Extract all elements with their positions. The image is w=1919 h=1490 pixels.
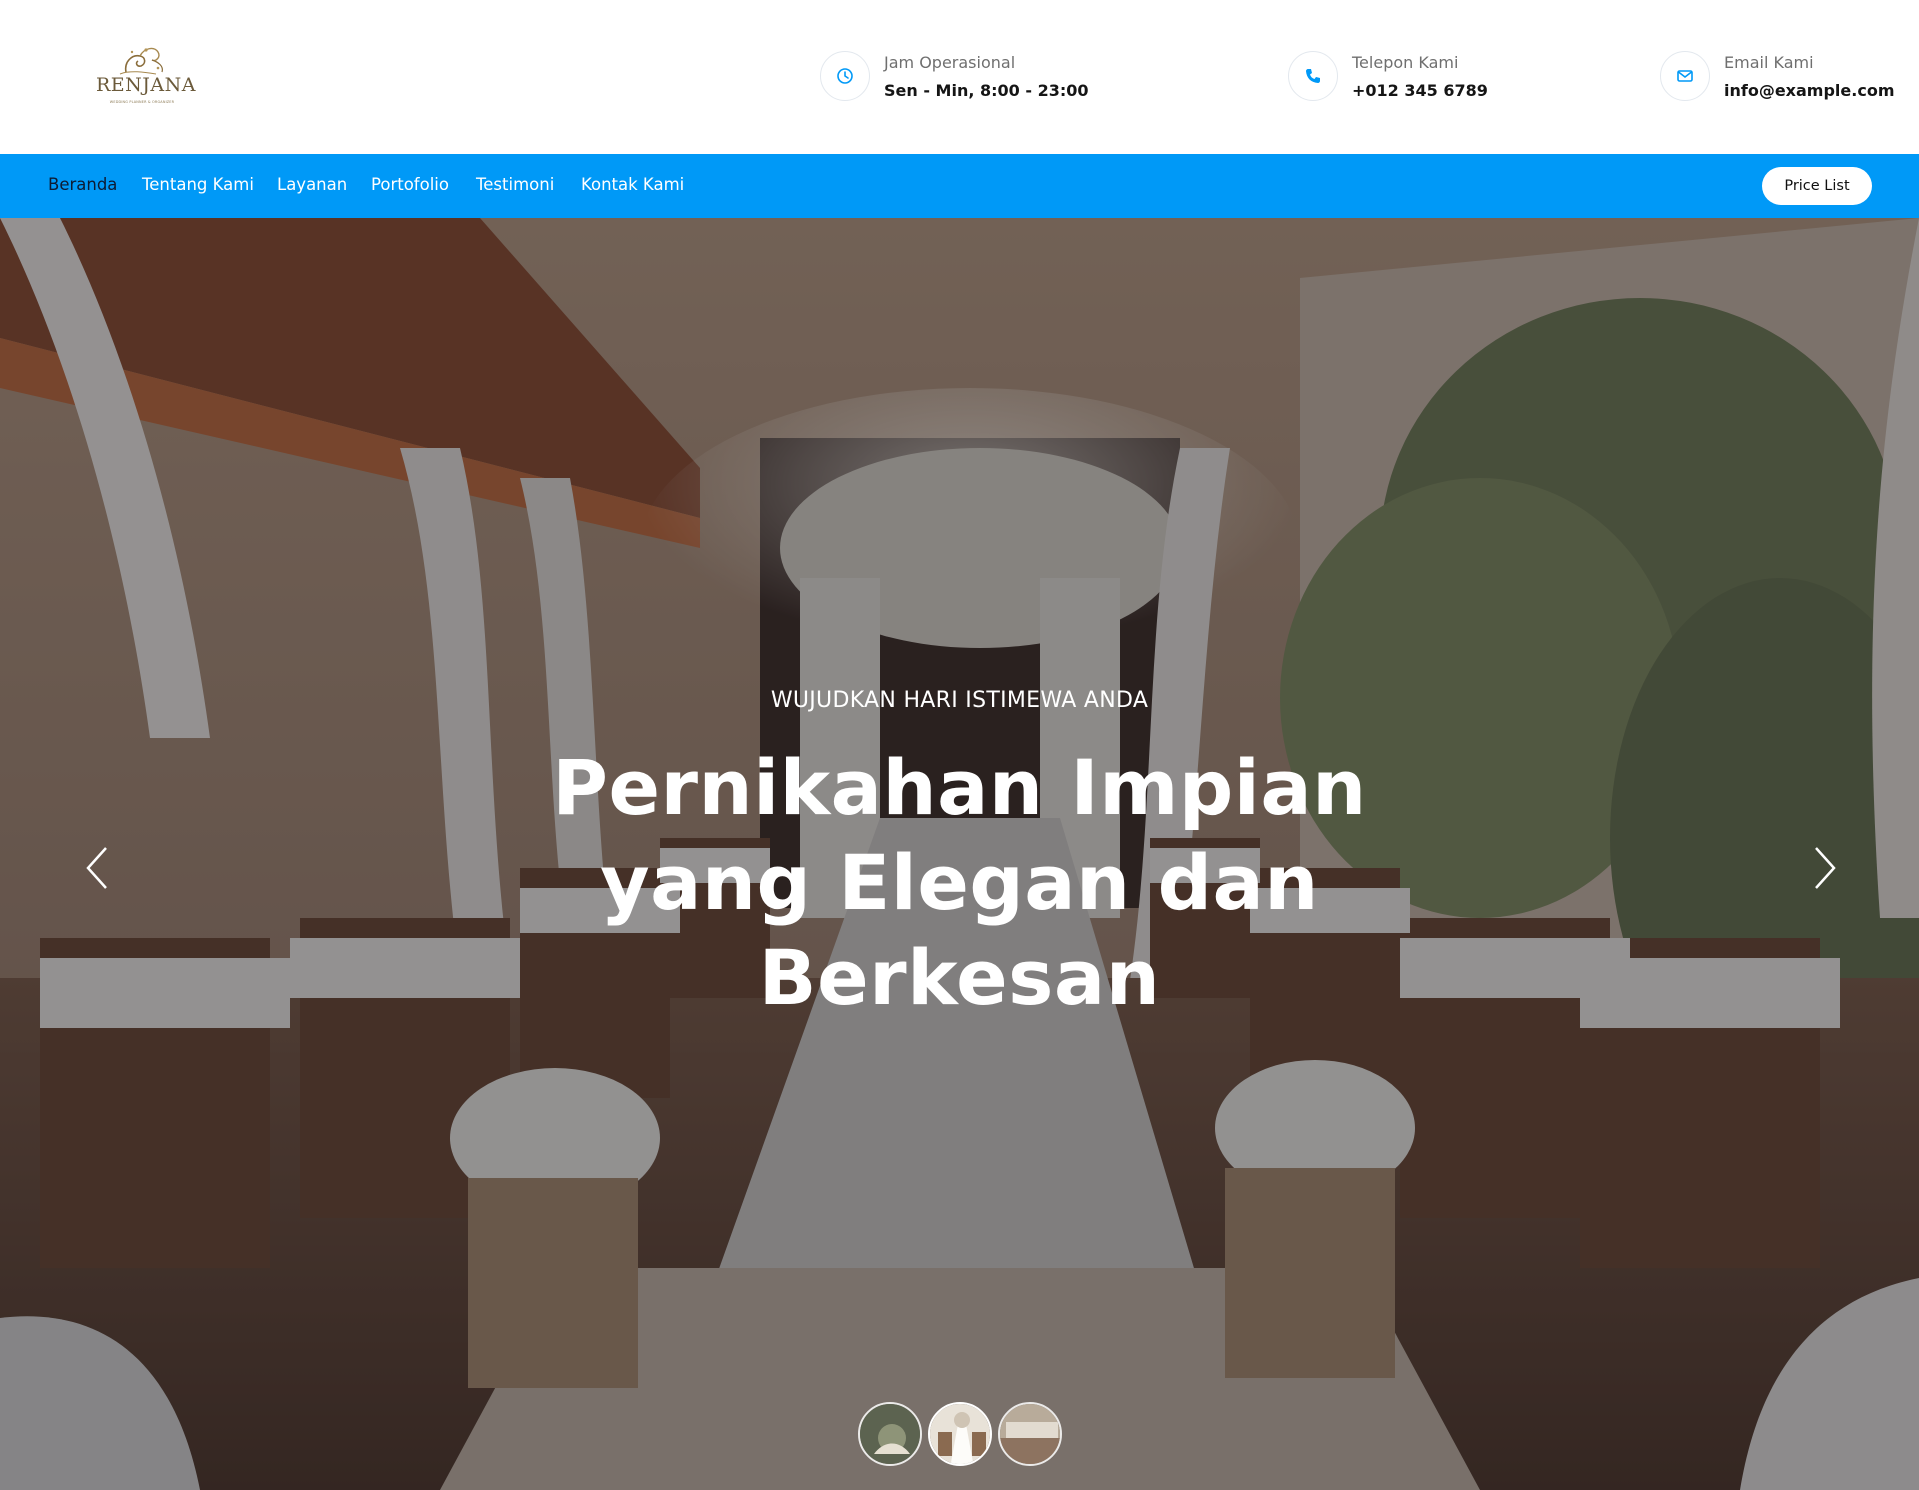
hero-title-line: Berkesan [758, 933, 1161, 1022]
nav-item-tentang-kami[interactable]: Tentang Kami [142, 175, 254, 194]
hero-subtitle: WUJUDKAN HARI ISTIMEWA ANDA [770, 688, 1149, 713]
email-value[interactable]: info@example.com [1724, 81, 1894, 100]
nav-item-kontak-kami[interactable]: Kontak Kami [581, 175, 684, 194]
hours-label: Jam Operasional [884, 53, 1016, 72]
carousel-thumbnail-1[interactable] [858, 1402, 922, 1466]
phone-icon [1288, 51, 1338, 101]
price-list-button[interactable]: Price List [1762, 167, 1872, 205]
logo-wordmark: RENJANA [96, 74, 196, 96]
logo-tagline: WEDDING PLANNER & ORGANIZER [109, 100, 175, 104]
carousel-next-button[interactable] [1804, 838, 1844, 898]
logo[interactable]: RENJANA WEDDING PLANNER & ORGANIZER [96, 42, 196, 110]
carousel-thumbnail-2-active[interactable] [928, 1402, 992, 1466]
clock-icon [820, 51, 870, 101]
hours-value: Sen - Min, 8:00 - 23:00 [884, 81, 1089, 100]
nav-item-beranda[interactable]: Beranda [48, 175, 117, 194]
email-label: Email Kami [1724, 53, 1814, 72]
carousel-thumbnail-3[interactable] [998, 1402, 1062, 1466]
hero-title-line: yang Elegan dan [600, 838, 1319, 927]
nav-item-portofolio[interactable]: Portofolio [371, 175, 449, 194]
chevron-left-icon [86, 847, 107, 889]
hero-title-line: Pernikahan Impian [552, 743, 1367, 832]
main-navigation: Beranda Tentang Kami Layanan Portofolio … [0, 154, 1919, 218]
carousel-thumbnails [858, 1402, 1064, 1468]
top-header: RENJANA WEDDING PLANNER & ORGANIZER Jam … [0, 0, 1919, 154]
nav-item-layanan[interactable]: Layanan [277, 175, 347, 194]
envelope-icon [1660, 51, 1710, 101]
chevron-right-icon [1815, 847, 1836, 889]
hero-carousel: WUJUDKAN HARI ISTIMEWA ANDA Pernikahan I… [0, 218, 1919, 1490]
phone-label: Telepon Kami [1352, 53, 1459, 72]
phone-value[interactable]: +012 345 6789 [1352, 81, 1488, 100]
carousel-prev-button[interactable] [78, 838, 118, 898]
nav-item-testimoni[interactable]: Testimoni [476, 175, 554, 194]
hero-title: Pernikahan Impian yang Elegan dan Berkes… [520, 740, 1399, 1025]
